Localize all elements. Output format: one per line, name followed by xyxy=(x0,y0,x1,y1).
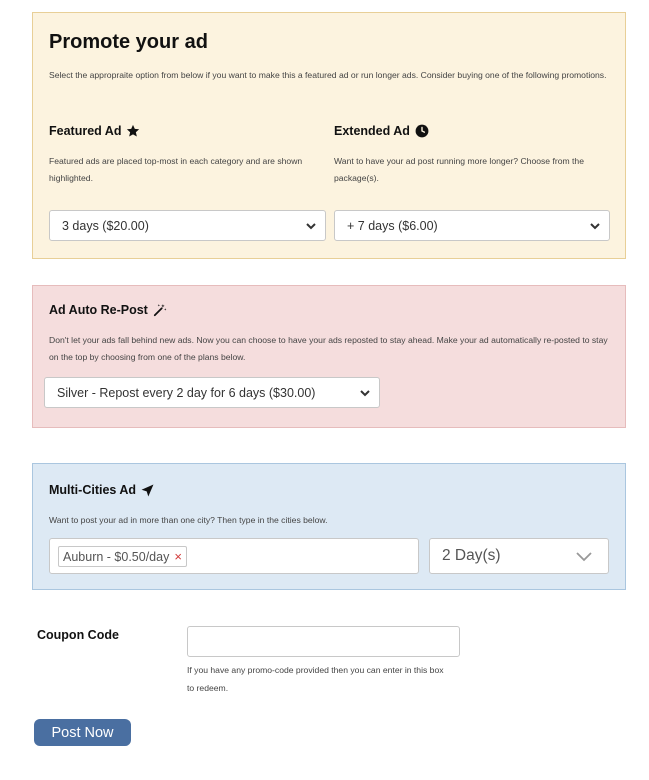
extended-ad-title: Extended Ad xyxy=(334,124,410,138)
extended-ad-select[interactable]: + 7 days ($6.00) xyxy=(334,210,610,241)
coupon-label: Coupon Code xyxy=(37,628,119,642)
promote-panel: Promote your ad Select the appropraite o… xyxy=(32,12,626,259)
featured-ad-select-value: 3 days ($20.00) xyxy=(62,218,149,233)
city-tag-label: Auburn - $0.50/day xyxy=(63,549,170,564)
post-now-button[interactable]: Post Now xyxy=(34,719,131,746)
promote-description: Select the appropraite option from below… xyxy=(49,70,607,80)
magic-wand-icon xyxy=(153,304,167,317)
multi-cities-title: Multi-Cities Ad xyxy=(49,483,137,497)
cities-input[interactable]: Auburn - $0.50/day × xyxy=(49,538,419,574)
multi-cities-heading: Multi-Cities Ad xyxy=(49,483,154,497)
repost-heading: Ad Auto Re-Post xyxy=(49,303,167,317)
star-icon xyxy=(127,124,140,137)
chevron-down-icon xyxy=(576,552,592,562)
featured-ad-heading: Featured Ad xyxy=(49,124,140,138)
clock-icon xyxy=(415,124,429,138)
remove-city-button[interactable]: × xyxy=(174,549,182,564)
days-select[interactable]: 2 Day(s) xyxy=(429,538,609,574)
chevron-down-icon xyxy=(306,223,316,230)
extended-ad-heading: Extended Ad xyxy=(334,124,429,138)
extended-ad-description: Want to have your ad post running more l… xyxy=(334,156,584,183)
featured-ad-title: Featured Ad xyxy=(49,124,122,138)
featured-ad-select[interactable]: 3 days ($20.00) xyxy=(49,210,326,241)
chevron-down-icon xyxy=(360,390,370,397)
days-select-value: 2 Day(s) xyxy=(442,547,501,564)
repost-title: Ad Auto Re-Post xyxy=(49,303,148,317)
multi-cities-panel: Multi-Cities Ad Want to post your ad in … xyxy=(32,463,626,590)
city-tag: Auburn - $0.50/day × xyxy=(58,546,187,567)
repost-select[interactable]: Silver - Repost every 2 day for 6 days (… xyxy=(44,377,380,408)
location-arrow-icon xyxy=(141,484,154,496)
repost-select-value: Silver - Repost every 2 day for 6 days (… xyxy=(57,385,316,400)
featured-ad-description: Featured ads are placed top-most in each… xyxy=(49,156,303,183)
repost-panel: Ad Auto Re-Post Don't let your ads fall … xyxy=(32,285,626,428)
extended-ad-select-value: + 7 days ($6.00) xyxy=(347,218,438,233)
repost-description: Don't let your ads fall behind new ads. … xyxy=(49,335,608,362)
coupon-help-text: If you have any promo-code provided then… xyxy=(187,665,444,693)
chevron-down-icon xyxy=(590,223,600,230)
multi-cities-description: Want to post your ad in more than one ci… xyxy=(49,515,328,525)
coupon-input[interactable] xyxy=(187,626,460,657)
promote-title: Promote your ad xyxy=(49,31,208,53)
